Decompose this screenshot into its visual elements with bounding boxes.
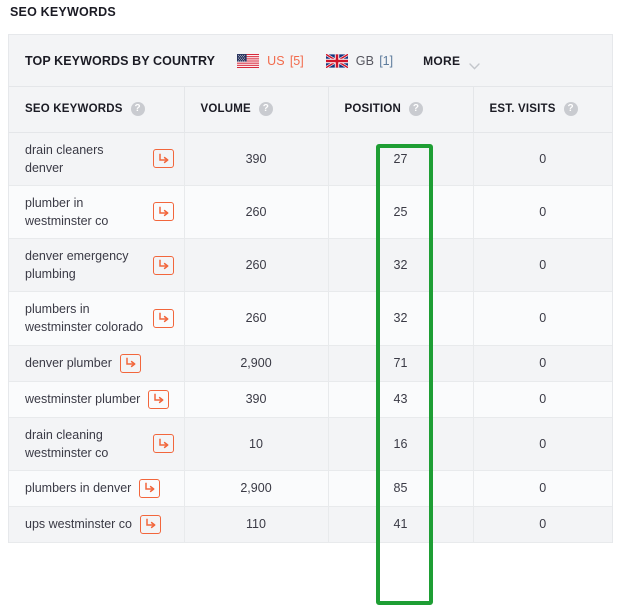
- keyword-text: drain cleaning westminster co: [25, 427, 109, 460]
- cell-est-visits: 0: [473, 381, 612, 418]
- arrow-down-right-icon[interactable]: [152, 255, 174, 275]
- cell-position: 25: [328, 185, 474, 240]
- arrow-down-right-icon[interactable]: [139, 514, 161, 534]
- table-header: SEO KEYWORDS ? VOLUME ? POSITION ? EST. …: [9, 87, 612, 133]
- keyword-text: denver emergency plumbing: [25, 249, 129, 282]
- table-row[interactable]: denver emergency plumbing 260 32 0: [9, 238, 612, 293]
- column-label-volume: VOLUME: [200, 103, 251, 116]
- table-row[interactable]: ups westminster co 110 41 0: [9, 506, 612, 543]
- cell-volume: 110: [184, 506, 329, 543]
- cell-volume: 2,900: [184, 345, 329, 382]
- seo-keywords-card: TOP KEYWORDS BY COUNTRY US [5] GB [1] MO…: [8, 34, 613, 543]
- table-row[interactable]: plumbers in westminster colorado 260 32 0: [9, 291, 612, 346]
- country-tab-gb[interactable]: GB [1]: [325, 52, 394, 69]
- cell-est-visits: 0: [473, 291, 612, 346]
- cell-keyword: westminster plumber: [9, 381, 185, 418]
- card-toolbar: TOP KEYWORDS BY COUNTRY US [5] GB [1] MO…: [9, 35, 612, 87]
- table-row[interactable]: denver plumber 2,900 71 0: [9, 345, 612, 382]
- cell-volume: 260: [184, 238, 329, 293]
- more-label: MORE: [423, 53, 461, 68]
- more-countries-button[interactable]: MORE: [423, 53, 481, 70]
- table-row[interactable]: drain cleaning westminster co 10 16 0: [9, 417, 612, 471]
- gb-flag-icon: [325, 52, 349, 69]
- table-body: drain cleaners denver 390 27 0 plumber in we…: [9, 132, 612, 543]
- cell-keyword: plumber in westminster co: [9, 185, 185, 240]
- arrow-down-right-icon[interactable]: [152, 149, 174, 169]
- column-header-est-visits[interactable]: EST. VISITS ?: [473, 87, 612, 133]
- cell-volume: 10: [184, 417, 329, 471]
- keyword-text: denver plumber: [25, 355, 112, 370]
- cell-est-visits: 0: [473, 345, 612, 382]
- column-label-seo-keywords: SEO KEYWORDS: [25, 103, 123, 116]
- column-label-est-visits: EST. VISITS: [489, 103, 556, 116]
- table-row[interactable]: westminster plumber 390 43 0: [9, 381, 612, 418]
- table-row[interactable]: drain cleaners denver 390 27 0: [9, 132, 612, 186]
- keyword-text: ups westminster co: [25, 517, 132, 532]
- keyword-text: plumber in westminster co: [25, 195, 109, 228]
- cell-keyword: drain cleaners denver: [9, 132, 185, 186]
- cell-position: 71: [328, 345, 474, 382]
- help-icon-position[interactable]: ?: [409, 102, 424, 117]
- keyword-text: drain cleaners denver: [25, 142, 104, 175]
- cell-position: 43: [328, 381, 474, 418]
- cell-volume: 260: [184, 291, 329, 346]
- country-code-us: US: [267, 53, 285, 68]
- keyword-text: plumbers in westminster colorado: [25, 302, 144, 335]
- chevron-down-icon: [469, 57, 481, 70]
- us-flag-icon: [237, 53, 260, 68]
- arrow-down-right-icon[interactable]: [148, 389, 170, 409]
- keyword-text: westminster plumber: [25, 391, 141, 406]
- cell-position: 32: [328, 238, 474, 293]
- column-header-position[interactable]: POSITION ?: [328, 87, 474, 133]
- arrow-down-right-icon[interactable]: [119, 353, 141, 373]
- cell-est-visits: 0: [473, 238, 612, 293]
- cell-position: 41: [328, 506, 474, 543]
- help-icon-volume[interactable]: ?: [258, 102, 273, 117]
- country-code-gb: GB: [355, 53, 375, 68]
- cell-est-visits: 0: [473, 470, 612, 507]
- cell-volume: 2,900: [184, 470, 329, 507]
- page-title: SEO KEYWORDS: [10, 5, 116, 19]
- table-row[interactable]: plumbers in denver 2,900 85 0: [9, 470, 612, 507]
- cell-keyword: denver emergency plumbing: [9, 238, 185, 293]
- arrow-down-right-icon[interactable]: [139, 478, 161, 498]
- cell-position: 85: [328, 470, 474, 507]
- table-row[interactable]: plumber in westminster co 260 25 0: [9, 185, 612, 240]
- arrow-down-right-icon[interactable]: [152, 434, 174, 454]
- cell-est-visits: 0: [473, 132, 612, 186]
- country-count-us: [5]: [289, 53, 304, 68]
- cell-keyword: plumbers in denver: [9, 470, 185, 507]
- cell-keyword: drain cleaning westminster co: [9, 417, 185, 471]
- column-header-seo-keywords[interactable]: SEO KEYWORDS ?: [9, 87, 185, 133]
- country-tab-us[interactable]: US [5]: [237, 53, 304, 68]
- cell-volume: 390: [184, 132, 329, 186]
- table-header-row: SEO KEYWORDS ? VOLUME ? POSITION ? EST. …: [9, 87, 612, 133]
- cell-position: 27: [328, 132, 474, 186]
- cell-volume: 260: [184, 185, 329, 240]
- keyword-text: plumbers in denver: [25, 481, 132, 496]
- column-label-position: POSITION: [344, 103, 402, 116]
- cell-keyword: plumbers in westminster colorado: [9, 291, 185, 346]
- cell-est-visits: 0: [473, 185, 612, 240]
- column-header-volume[interactable]: VOLUME ?: [184, 87, 329, 133]
- help-icon-seo-keywords[interactable]: ?: [130, 102, 145, 117]
- cell-est-visits: 0: [473, 417, 612, 471]
- cell-keyword: denver plumber: [9, 345, 185, 382]
- help-icon-est-visits[interactable]: ?: [563, 102, 578, 117]
- cell-est-visits: 0: [473, 506, 612, 543]
- arrow-down-right-icon[interactable]: [152, 202, 174, 222]
- seo-keywords-table: SEO KEYWORDS ? VOLUME ? POSITION ? EST. …: [9, 87, 612, 543]
- arrow-down-right-icon[interactable]: [152, 308, 174, 328]
- cell-position: 32: [328, 291, 474, 346]
- cell-keyword: ups westminster co: [9, 506, 185, 543]
- toolbar-title: TOP KEYWORDS BY COUNTRY: [25, 53, 216, 68]
- country-count-gb: [1]: [379, 53, 394, 68]
- cell-volume: 390: [184, 381, 329, 418]
- cell-position: 16: [328, 417, 474, 471]
